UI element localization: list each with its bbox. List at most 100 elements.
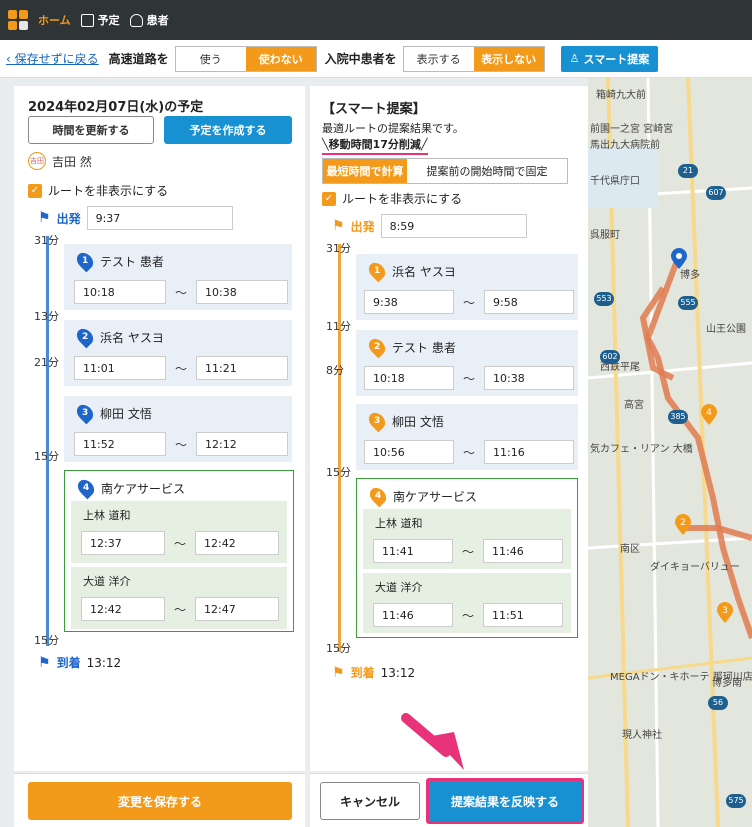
inpatient-hide-option[interactable]: 表示しない [473, 46, 544, 71]
travel-gap: 11分 [326, 320, 351, 333]
start-time-input[interactable]: 12:37 [81, 531, 165, 555]
back-without-save-link[interactable]: ‹ 保存せずに戻る [6, 50, 99, 67]
travel-gap: 15分 [34, 450, 59, 463]
visit-time-row: 9:38 〜 9:58 [364, 290, 574, 314]
depart-time-input[interactable]: 8:59 [380, 214, 527, 238]
tilde: 〜 [461, 544, 474, 559]
depart-time-input[interactable]: 9:37 [86, 206, 233, 230]
hide-route-checkbox[interactable]: ✓ ルートを非表示にする [322, 190, 462, 207]
flag-pin-icon: ⚑ [38, 654, 51, 671]
start-time-input[interactable]: 10:18 [74, 280, 166, 304]
nav-schedule[interactable]: 予定 [80, 12, 120, 28]
inpatient-show-option[interactable]: 表示する [404, 47, 474, 71]
stop-number-icon: 1 [73, 249, 97, 273]
arrive-time: 13:12 [380, 665, 416, 680]
calendar-icon [80, 13, 94, 27]
end-time-input[interactable]: 11:51 [483, 603, 563, 627]
facility-name-row: 4 南ケアサービス [366, 484, 478, 508]
stop-number-icon: 2 [365, 335, 389, 359]
hide-route-checkbox[interactable]: ✓ ルートを非表示にする [28, 182, 168, 199]
end-time-input[interactable]: 10:38 [484, 366, 574, 390]
patient-name: テスト 患者 [392, 340, 456, 355]
map-label: 南区 [620, 544, 640, 555]
route-number-sign: 607 [706, 186, 726, 200]
start-time-input[interactable]: 11:52 [74, 432, 166, 456]
visit-name-row: 3 柳田 文悟 [365, 409, 444, 433]
visit-card[interactable]: 2 テスト 患者 10:18 〜 10:38 [356, 330, 578, 396]
visit-card[interactable]: 2 浜名 ヤスヨ 11:01 〜 11:21 [64, 320, 292, 386]
timeline-line [46, 236, 49, 646]
cancel-button[interactable]: キャンセル [320, 782, 420, 820]
visit-card[interactable]: 1 浜名 ヤスヨ 9:38 〜 9:58 [356, 254, 578, 320]
end-time-input[interactable]: 11:21 [196, 356, 288, 380]
travel-gap: 21分 [34, 356, 59, 369]
facility-person-card[interactable]: 上林 道和 11:41 〜 11:46 [363, 509, 571, 569]
facility-person-card[interactable]: 上林 道和 12:37 〜 12:42 [71, 501, 287, 563]
smart-suggest-button[interactable]: ♙ スマート提案 [560, 45, 659, 72]
calc-mode-tabs: 最短時間で計算 提案前の開始時間で固定 [322, 158, 568, 184]
arrive-time: 13:12 [86, 655, 122, 670]
tilde: 〜 [462, 445, 475, 460]
highway-nouse-option[interactable]: 使わない [245, 46, 316, 71]
facility-person-card[interactable]: 大道 洋介 12:42 〜 12:47 [71, 567, 287, 629]
save-changes-button[interactable]: 変更を保存する [28, 782, 292, 820]
map-pin-4-icon: 4 [701, 404, 717, 425]
nav-home[interactable]: ホーム [38, 12, 71, 28]
nav-patients-label: 患者 [146, 14, 169, 27]
create-schedule-button[interactable]: 予定を作成する [164, 116, 292, 144]
travel-gap: 8分 [326, 364, 344, 377]
tilde: 〜 [174, 285, 187, 300]
facility-person-card[interactable]: 大道 洋介 11:46 〜 11:51 [363, 573, 571, 633]
tab-fixed-start[interactable]: 提案前の開始時間で固定 [407, 159, 567, 183]
visit-card[interactable]: 3 柳田 文悟 10:56 〜 11:16 [356, 404, 578, 470]
start-time-input[interactable]: 11:41 [373, 539, 453, 563]
facility-card[interactable]: 4 南ケアサービス 上林 道和 11:41 〜 11:46 大道 洋介 11:46… [356, 478, 578, 638]
route-map[interactable]: 箱崎九大前 前園一之宮 宮崎宮 馬出九大病院前 千代県庁口 呉服町 博多 山王公… [588, 78, 752, 827]
flag-pin-icon: ⚑ [332, 664, 345, 681]
route-number-sign: 21 [678, 164, 698, 178]
end-time-input[interactable]: 12:12 [196, 432, 288, 456]
start-time-input[interactable]: 12:42 [81, 597, 165, 621]
time-reduction-badge: ╲移動時間17分削減╱ [322, 136, 428, 155]
end-time-input[interactable]: 12:47 [195, 597, 279, 621]
start-time-input[interactable]: 11:46 [373, 603, 453, 627]
highway-use-option[interactable]: 使う [176, 47, 246, 71]
start-time-input[interactable]: 10:18 [364, 366, 454, 390]
end-time-input[interactable]: 10:38 [196, 280, 288, 304]
visit-time-row: 10:18 〜 10:38 [74, 280, 288, 304]
apply-button-highlight: 提案結果を反映する [426, 778, 584, 824]
update-time-button[interactable]: 時間を更新する [28, 116, 154, 144]
start-time-input[interactable]: 11:01 [74, 356, 166, 380]
apply-suggestion-button[interactable]: 提案結果を反映する [429, 781, 581, 821]
route-number-sign: 553 [594, 292, 614, 306]
visit-card[interactable]: 3 柳田 文悟 11:52 〜 12:12 [64, 396, 292, 462]
flag-pin-icon: ⚑ [332, 218, 345, 234]
highway-toggle: 使う 使わない [174, 45, 317, 72]
stop-number-icon: 3 [365, 409, 389, 433]
stop-number-icon: 4 [74, 476, 98, 500]
visit-card[interactable]: 1 テスト 患者 10:18 〜 10:38 [64, 244, 292, 310]
nav-patients[interactable]: 患者 [129, 12, 169, 28]
map-label: 山王公園 [706, 324, 746, 335]
start-time-input[interactable]: 9:38 [364, 290, 454, 314]
hide-route-label: ルートを非表示にする [48, 184, 169, 198]
visit-name-row: 2 テスト 患者 [365, 335, 456, 359]
smart-suggest-label: スマート提案 [583, 52, 650, 66]
facility-name: 南ケアサービス [393, 489, 478, 504]
nav-schedule-label: 予定 [97, 14, 120, 27]
route-number-sign: 555 [678, 296, 698, 310]
pointer-arrow-icon [401, 713, 464, 770]
flag-pin-icon: ⚑ [38, 210, 51, 226]
start-time-input[interactable]: 10:56 [364, 440, 454, 464]
timeline-line [338, 244, 341, 652]
end-time-input[interactable]: 11:46 [483, 539, 563, 563]
checkmark-icon: ✓ [28, 183, 42, 198]
tab-shortest-time[interactable]: 最短時間で計算 [323, 159, 407, 183]
facility-card[interactable]: 4 南ケアサービス 上林 道和 12:37 〜 12:42 大道 洋介 12:42… [64, 470, 294, 632]
end-time-input[interactable]: 9:58 [484, 290, 574, 314]
map-label: 前園一之宮 宮崎宮 [590, 124, 674, 135]
end-time-input[interactable]: 11:16 [484, 440, 574, 464]
patient-name: 浜名 ヤスヨ [100, 330, 164, 345]
map-label: 高宮 [624, 400, 644, 411]
end-time-input[interactable]: 12:42 [195, 531, 279, 555]
